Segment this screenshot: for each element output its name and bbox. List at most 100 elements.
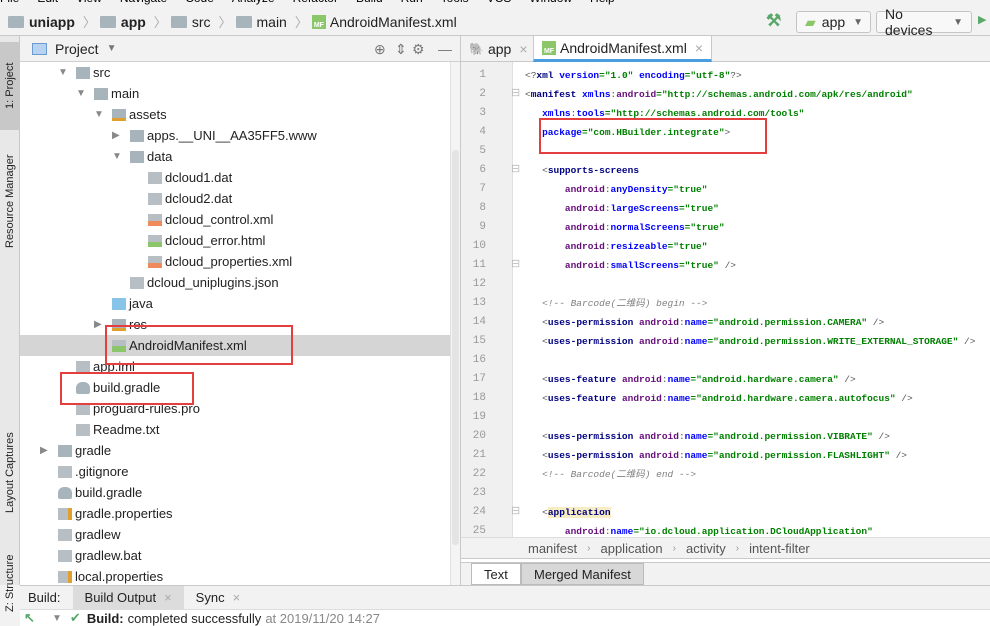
close-icon[interactable]: ×	[164, 590, 172, 605]
project-panel: Project ▼ ⊕ ⇕ ⚙ — ▼ src ▼ main ▼ assets ▶ apps.…	[20, 36, 461, 585]
xml-breadcrumb-item[interactable]: application	[600, 541, 662, 556]
tree-item[interactable]: gradlew	[20, 524, 450, 545]
chevron-right-icon: 〉	[218, 15, 232, 30]
menu-item[interactable]: Help	[590, 0, 615, 5]
xml-breadcrumb-item[interactable]: intent-filter	[749, 541, 810, 556]
menu-item[interactable]: Edit	[37, 0, 58, 5]
tree-item[interactable]: ▶ gradle	[20, 440, 450, 461]
breadcrumb-item[interactable]: app	[99, 14, 146, 30]
expand-arrow-icon[interactable]: ▼	[112, 151, 122, 162]
text-file-icon	[76, 423, 90, 436]
folder-icon	[58, 444, 72, 457]
collapse-all-icon[interactable]: ⇕	[395, 41, 407, 58]
tree-item[interactable]: .gitignore	[20, 461, 450, 482]
collapse-arrow-icon[interactable]: ▶	[94, 319, 102, 330]
project-view-select[interactable]: Project	[55, 41, 99, 57]
device-select[interactable]: No devices ▼	[876, 6, 972, 38]
tree-item[interactable]: dcloud_properties.xml	[20, 251, 450, 272]
minimize-icon[interactable]: —	[438, 41, 452, 57]
tree-item[interactable]: gradle.properties	[20, 503, 450, 524]
menu-item[interactable]: Analyze	[232, 0, 275, 5]
rerun-icon[interactable]: ↖	[24, 610, 35, 626]
expand-arrow-icon[interactable]: ▼	[58, 67, 68, 78]
tree-item[interactable]: dcloud2.dat	[20, 188, 450, 209]
breadcrumb-item[interactable]: MF AndroidManifest.xml	[311, 14, 457, 30]
build-hammer-icon[interactable]: ⚒	[766, 11, 781, 31]
tree-item[interactable]: dcloud_uniplugins.json	[20, 272, 450, 293]
menu-item[interactable]: Build	[356, 0, 383, 5]
line-number: 5	[479, 145, 486, 157]
fold-marker-icon[interactable]: ⊟	[511, 86, 520, 99]
tree-item[interactable]: dcloud_error.html	[20, 230, 450, 251]
code-line: <!-- Barcode(二维码) end -->	[525, 469, 697, 480]
breadcrumb-item[interactable]: uniapp	[8, 14, 75, 30]
xml-breadcrumb: manifest › application › activity › intent-fil…	[461, 537, 990, 559]
run-icon[interactable]: ▶	[978, 13, 986, 26]
menu-item[interactable]: Refactor	[293, 0, 338, 5]
project-view-icon	[32, 42, 47, 55]
scrollbar-thumb[interactable]	[452, 150, 459, 545]
tree-item[interactable]: local.properties	[20, 566, 450, 587]
tree-item[interactable]: ▼ assets	[20, 104, 450, 125]
close-icon[interactable]: ×	[695, 40, 703, 56]
tab-sync[interactable]: Sync ×	[184, 586, 253, 610]
manifest-file-icon: MF	[542, 40, 556, 55]
editor-tab[interactable]: MF AndroidManifest.xml ×	[533, 36, 713, 62]
line-number: 15	[472, 335, 486, 347]
layout-captures-tool-tab[interactable]: Layout Captures	[0, 428, 20, 518]
tree-item[interactable]: Readme.txt	[20, 419, 450, 440]
editor-bottom-tab[interactable]: Text	[471, 563, 521, 585]
menu-item[interactable]: Tools	[441, 0, 469, 5]
line-number: 21	[472, 449, 486, 461]
expand-arrow-icon[interactable]: ▼	[94, 109, 104, 120]
close-icon[interactable]: ×	[233, 590, 241, 605]
tree-item[interactable]: ▶ apps.__UNI__AA35FF5.www	[20, 125, 450, 146]
xml-breadcrumb-item[interactable]: manifest	[528, 541, 577, 556]
fold-marker-icon[interactable]: ⊟	[511, 504, 520, 517]
collapse-arrow-icon[interactable]: ▶	[40, 445, 48, 456]
project-scrollbar[interactable]	[450, 62, 460, 585]
fold-marker-icon[interactable]: ⊟	[511, 162, 520, 175]
menu-item[interactable]: Run	[401, 0, 423, 5]
xml-breadcrumb-item[interactable]: activity	[686, 541, 726, 556]
chevron-right-icon: ›	[587, 542, 591, 554]
menu-item[interactable]: Navigate	[120, 0, 167, 5]
tree-item[interactable]: ▼ src	[20, 62, 450, 83]
editor-tab[interactable]: 🐘 app ×	[461, 36, 536, 62]
structure-tool-tab[interactable]: Z: Structure	[0, 548, 20, 618]
editor-bottom-tab[interactable]: Merged Manifest	[521, 563, 644, 585]
tree-item[interactable]: build.gradle	[20, 482, 450, 503]
run-config-select[interactable]: ▰ app ▼	[796, 11, 871, 33]
fold-marker-icon[interactable]: ⊟	[511, 257, 520, 270]
menu-item[interactable]: VCS	[487, 0, 512, 5]
breadcrumb-item[interactable]: src	[170, 14, 210, 30]
collapse-arrow-icon[interactable]: ▶	[112, 130, 120, 141]
tree-item[interactable]: ▼ main	[20, 83, 450, 104]
line-number: 24	[472, 506, 486, 518]
tree-item[interactable]: java	[20, 293, 450, 314]
build-status-row[interactable]: ↖ ▼ ✔ Build: completed successfully at 2…	[20, 609, 990, 626]
gear-icon[interactable]: ⚙	[412, 41, 425, 58]
project-tool-tab[interactable]: 1: Project	[0, 42, 20, 130]
close-icon[interactable]: ×	[519, 41, 527, 57]
unknown-file-icon	[148, 192, 162, 205]
chevron-down-icon[interactable]: ▼	[107, 43, 117, 54]
breadcrumb-item[interactable]: main	[235, 14, 287, 30]
line-number: 8	[479, 202, 486, 214]
locate-icon[interactable]: ⊕	[374, 41, 386, 58]
menu-item[interactable]: File	[0, 0, 19, 5]
tree-item[interactable]: dcloud_control.xml	[20, 209, 450, 230]
tree-item[interactable]: gradlew.bat	[20, 545, 450, 566]
tree-item[interactable]: ▼ data	[20, 146, 450, 167]
highlight-box-manifest	[105, 325, 293, 365]
expand-arrow-icon[interactable]: ▼	[52, 613, 62, 624]
tree-item[interactable]: dcloud1.dat	[20, 167, 450, 188]
expand-arrow-icon[interactable]: ▼	[76, 88, 86, 99]
menu-item[interactable]: Window	[529, 0, 572, 5]
menu-item[interactable]: Code	[185, 0, 214, 5]
menu-item[interactable]: View	[76, 0, 102, 5]
resource-manager-tool-tab[interactable]: Resource Manager	[0, 136, 20, 266]
line-number: 18	[472, 392, 486, 404]
menu-bar: File Edit View Navigate Code Analyze Refactor B…	[0, 0, 990, 8]
tab-build-output[interactable]: Build Output ×	[72, 585, 184, 610]
